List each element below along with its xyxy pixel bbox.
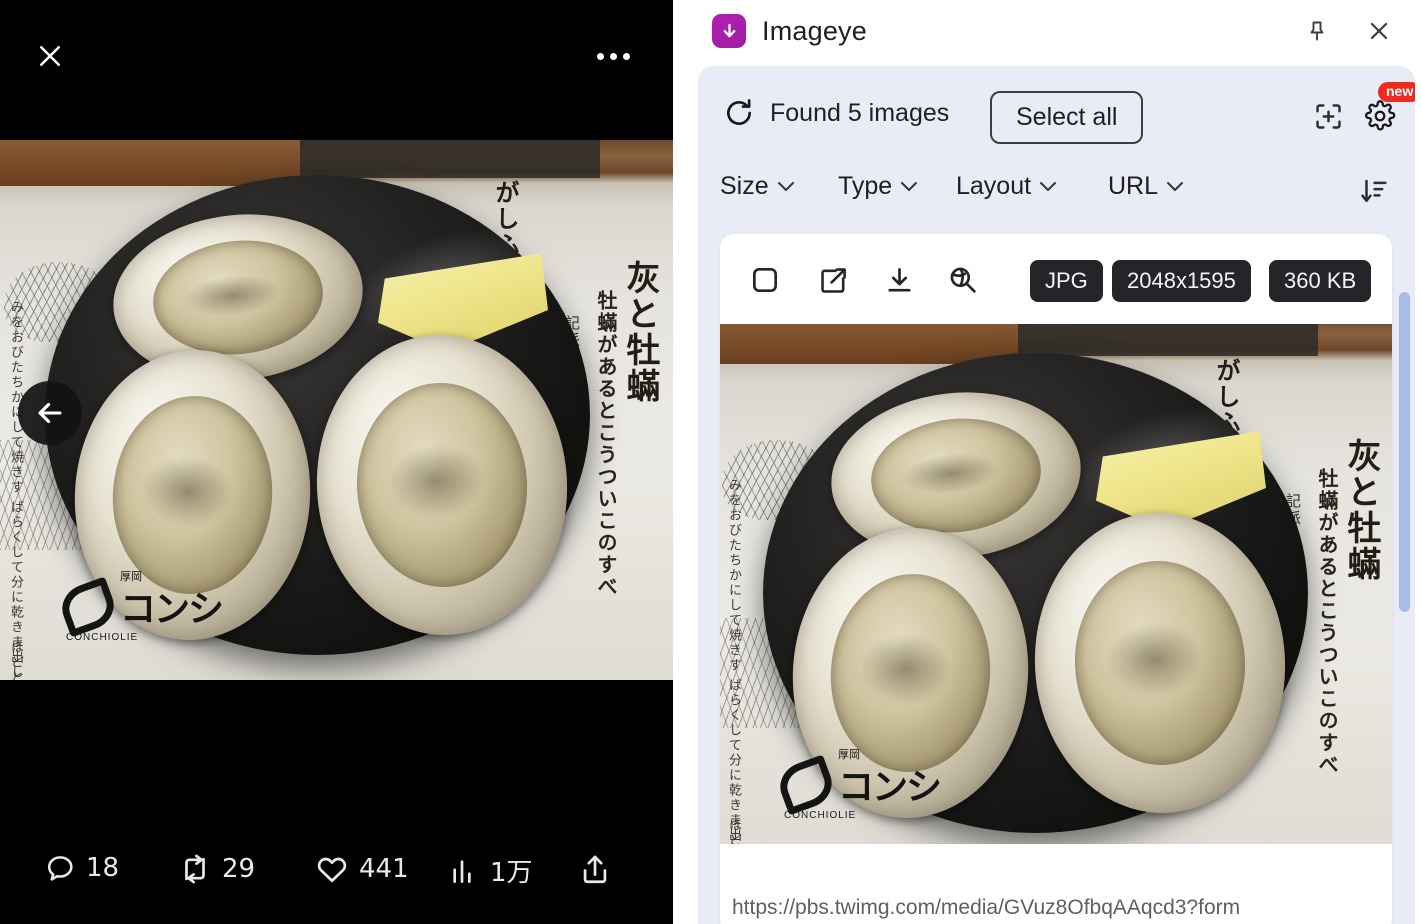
filter-url-label: URL <box>1108 172 1159 200</box>
placemat-note-3: ほどとロがあ、けがジューてきたら、ウべ頃 <box>6 640 25 680</box>
thumb-text-title: 灰と牡蟎 <box>1341 438 1381 582</box>
gear-icon <box>1365 100 1396 131</box>
thumb-wood-edge <box>720 324 1018 364</box>
retweet-count: 29 <box>222 854 256 884</box>
like-action[interactable]: 441 <box>315 852 409 886</box>
close-panel-button[interactable] <box>1359 11 1399 51</box>
open-in-new-tab-icon <box>820 267 846 293</box>
card-url-row: https://pbs.twimg.com/media/GVuz8OfbqAAq… <box>720 846 1392 924</box>
placemat-text-mid: 牡蟎があるとこうついこのすべ <box>594 290 618 598</box>
thumb-brand-kana: コンシ <box>838 767 942 808</box>
download-arrow-icon <box>723 23 735 37</box>
pin-icon <box>1310 21 1324 41</box>
heart-icon <box>317 857 347 883</box>
placemat-text-title: 灰と牡蟎 <box>620 260 660 404</box>
capture-region-button[interactable] <box>1308 96 1348 136</box>
wood-table-edge <box>0 140 300 186</box>
filter-layout[interactable]: Layout <box>956 172 1057 201</box>
filter-url[interactable]: URL <box>1108 172 1184 201</box>
select-all-button[interactable]: Select all <box>990 91 1144 144</box>
background-shadow <box>300 140 600 178</box>
comment-icon <box>47 856 73 881</box>
chevron-down-icon <box>1167 182 1184 191</box>
arrow-left-icon <box>38 402 62 424</box>
panel-body: Found 5 images Select all new Size Type … <box>698 66 1415 924</box>
close-icon <box>1370 22 1388 40</box>
panel-header: Imageye <box>690 0 1421 62</box>
more-dots-icon <box>596 52 630 60</box>
reverse-search-button[interactable] <box>942 259 984 301</box>
reverse-image-search-icon <box>950 267 976 293</box>
sort-descending-icon <box>1361 179 1387 202</box>
pin-panel-button[interactable] <box>1297 11 1337 51</box>
retweet-action[interactable]: 29 <box>178 852 255 886</box>
views-count: 1万 <box>490 858 533 888</box>
tweet-action-bar: 18 29 441 1万 <box>0 824 673 924</box>
checkbox-unchecked-icon <box>753 268 777 292</box>
download-image-button[interactable] <box>878 259 920 301</box>
imageye-panel: Imageye Found 5 images Select all new Si… <box>690 0 1421 924</box>
thumb-brand-subtitle: CONCHIOLIE <box>784 810 857 821</box>
sort-button[interactable] <box>1353 170 1395 212</box>
brand-swirl-icon <box>55 576 121 638</box>
filter-bar: Size Type Layout URL <box>698 164 1415 226</box>
thumb-text-mid: 牡蟎があるとこうついこのすべ <box>1315 468 1339 776</box>
analytics-icon <box>453 859 471 883</box>
views-action[interactable]: 1万 <box>448 852 533 889</box>
found-images-label: Found 5 images <box>770 99 950 127</box>
like-count: 441 <box>359 854 409 884</box>
chevron-down-icon <box>901 182 918 191</box>
more-options-button[interactable] <box>588 32 638 80</box>
panel-scrollbar[interactable] <box>1397 236 1411 924</box>
filter-size[interactable]: Size <box>720 172 795 201</box>
filter-type-label: Type <box>838 172 893 200</box>
card-thumbnail[interactable]: がしふ里 灰と牡蟎 牡蟎があるとこうついこのすべ 記派こったあく みをおびたちか… <box>720 324 1392 844</box>
reply-count: 18 <box>86 853 120 883</box>
download-icon <box>887 267 911 292</box>
previous-image-button[interactable] <box>18 381 82 445</box>
open-image-button[interactable] <box>812 259 854 301</box>
share-action[interactable] <box>578 852 612 886</box>
app-root: がしふ里 灰と牡蟎 牡蟎があるとこうついこのすべ 記派こったあく みをおびたちか… <box>0 0 1421 924</box>
panel-title: Imageye <box>762 15 867 46</box>
badge-filetype: JPG <box>1030 260 1103 302</box>
badge-filesize: 360 KB <box>1269 260 1372 302</box>
results-toolbar: Found 5 images Select all new <box>698 66 1415 166</box>
chevron-down-icon <box>1040 182 1057 191</box>
card-toolbar: JPG 2048x1595 360 KB <box>720 234 1392 324</box>
thumb-note-3: ほどとロがあ、けがジューてきたら、ウべ頃 <box>724 818 743 844</box>
filter-size-label: Size <box>720 172 769 200</box>
badge-dimensions: 2048x1595 <box>1112 260 1251 302</box>
thumb-background-shadow <box>1018 324 1318 356</box>
thumb-note-1: みをおびたちかにして焼きす <box>726 478 741 673</box>
reply-action[interactable]: 18 <box>44 852 119 884</box>
chevron-down-icon <box>777 182 794 191</box>
brand-kana: コンシ <box>120 589 224 630</box>
refresh-icon <box>727 99 751 125</box>
viewer-topbar <box>0 0 673 112</box>
close-viewer-button[interactable] <box>26 32 74 80</box>
capture-crop-icon <box>1315 103 1341 129</box>
close-icon <box>40 46 60 66</box>
imageye-logo <box>712 14 746 48</box>
placemat-brand-logo: 厚岡 コンシ CONCHIOLIE <box>55 570 227 645</box>
photo-viewer: がしふ里 灰と牡蟎 牡蟎があるとこうついこのすべ 記派こったあく みをおびたちか… <box>0 0 673 924</box>
select-image-checkbox[interactable] <box>744 259 786 301</box>
filter-type[interactable]: Type <box>838 172 918 201</box>
share-icon <box>583 855 607 884</box>
thumb-brand-swirl-icon <box>773 754 839 816</box>
retweet-icon <box>185 854 205 884</box>
settings-button[interactable]: new <box>1360 82 1415 136</box>
scrollbar-thumb[interactable] <box>1399 292 1410 612</box>
brand-subtitle: CONCHIOLIE <box>66 632 139 643</box>
refresh-button[interactable] <box>720 94 758 132</box>
photo-image: がしふ里 灰と牡蟎 牡蟎があるとこうついこのすべ 記派こったあく みをおびたちか… <box>0 140 673 680</box>
filter-layout-label: Layout <box>956 172 1032 200</box>
thumb-brand-logo: 厚岡 コンシ CONCHIOLIE <box>773 748 945 823</box>
image-result-card: JPG 2048x1595 360 KB がしふ里 灰と牡蟎 牡蟎があるとこうつ… <box>720 234 1392 924</box>
image-url[interactable]: https://pbs.twimg.com/media/GVuz8OfbqAAq… <box>732 896 1240 920</box>
